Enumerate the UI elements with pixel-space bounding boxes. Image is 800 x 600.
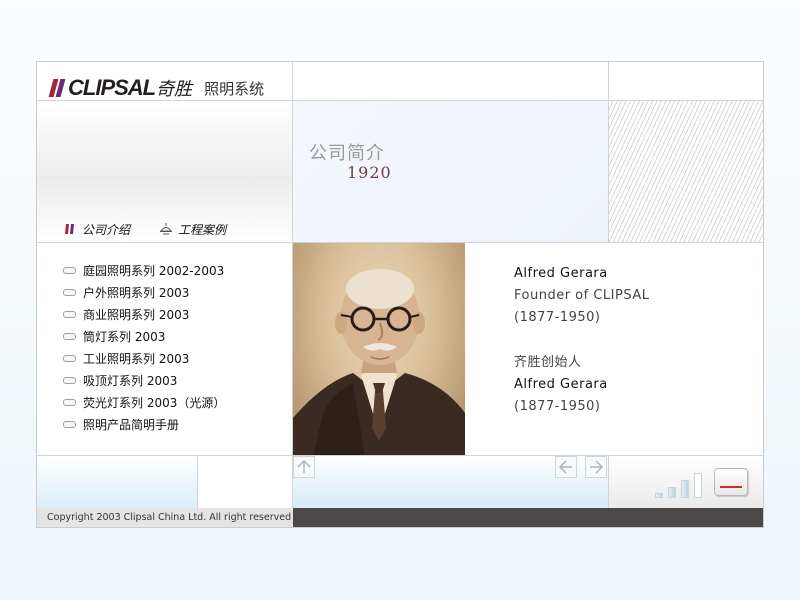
founder-name-cn: Alfred Gerara <box>514 377 608 392</box>
bottom-controls <box>293 456 609 508</box>
founder-years-cn: (1877-1950) <box>514 399 601 414</box>
founder-bio: Alfred Gerara Founder of CLIPSAL (1877-1… <box>514 263 649 418</box>
bullet-icon <box>63 398 76 406</box>
nav-label-cases: 工程案例 <box>178 222 227 237</box>
series-item[interactable]: 照明产品简明手册 <box>63 413 225 435</box>
card-red-line <box>720 486 742 488</box>
series-item[interactable]: 工业照明系列 2003 <box>63 347 225 369</box>
nav-item-cases[interactable]: 工程案例 <box>159 221 226 237</box>
contact-card-button[interactable] <box>714 468 748 496</box>
series-item[interactable]: 庭园照明系列 2002-2003 <box>63 259 225 281</box>
nav-label-about: 公司介绍 <box>82 222 131 237</box>
bottom-tools <box>609 456 763 508</box>
bullet-icon <box>63 420 76 428</box>
next-button[interactable] <box>585 456 607 478</box>
volume-bar <box>655 493 663 498</box>
series-item[interactable]: 户外照明系列 2003 <box>63 281 225 303</box>
founder-name-en: Alfred Gerara <box>514 266 608 281</box>
series-item[interactable]: 筒灯系列 2003 <box>63 325 225 347</box>
brand-name-cn: 奇胜 <box>156 79 193 100</box>
product-series-list: 庭园照明系列 2002-2003 户外照明系列 2003 商业照明系列 2003… <box>63 259 225 435</box>
bio-spacer <box>514 329 649 352</box>
scroll-up-button[interactable] <box>293 456 315 478</box>
page-title: 公司简介 <box>309 143 385 164</box>
volume-bar <box>681 480 689 498</box>
volume-bar <box>668 487 676 498</box>
founder-role-en: Founder of CLIPSAL <box>514 288 650 303</box>
bullet-icon <box>63 332 76 340</box>
series-item[interactable]: 荧光灯系列 2003（光源） <box>63 391 225 413</box>
clipsal-logo-icon <box>63 222 77 236</box>
bottom-blank <box>198 456 293 508</box>
header-blank-right <box>609 62 763 101</box>
volume-bar <box>694 473 702 498</box>
site-subtitle: 照明系统 <box>204 79 265 98</box>
bullet-icon <box>63 288 76 296</box>
series-item[interactable]: 商业照明系列 2003 <box>63 303 225 325</box>
header-blank-middle <box>293 62 609 101</box>
previous-button[interactable] <box>555 456 577 478</box>
bottom-gradient-left <box>37 456 198 508</box>
arrow-up-icon <box>297 460 311 473</box>
footer-dark-bar <box>293 508 763 527</box>
founder-portrait <box>293 243 465 456</box>
clipsal-logo[interactable]: CLIPSAL 奇胜 照明系统 <box>48 75 265 100</box>
bullet-icon <box>63 310 76 318</box>
footer-copyright-bar: Copyright 2003 Clipsal China Ltd. All ri… <box>37 508 293 527</box>
brand-name: CLIPSAL <box>68 75 156 100</box>
founder-portrait-drawing <box>293 269 465 455</box>
page-year: 1920 <box>347 163 392 182</box>
arrow-left-icon <box>559 460 572 474</box>
series-item[interactable]: 吸顶灯系列 2003 <box>63 369 225 391</box>
logo-area: CLIPSAL 奇胜 照明系统 <box>37 62 293 101</box>
founder-years-en: (1877-1950) <box>514 310 601 325</box>
founder-bio-panel: Alfred Gerara Founder of CLIPSAL (1877-1… <box>465 243 763 456</box>
founder-role-cn: 齐胜创始人 <box>514 355 582 370</box>
main-frame: CLIPSAL 奇胜 照明系统 公司介绍 工程案例 公司简介 1920 庭园照明… <box>36 61 764 528</box>
hatched-decoration <box>609 101 763 243</box>
nav-item-about[interactable]: 公司介绍 <box>63 221 130 237</box>
bullet-icon <box>63 354 76 362</box>
section-title-area: 公司简介 1920 <box>293 101 609 243</box>
nav-area: 公司介绍 工程案例 <box>37 101 293 243</box>
product-series-panel: 庭园照明系列 2002-2003 户外照明系列 2003 商业照明系列 2003… <box>37 243 293 456</box>
bullet-icon <box>63 376 76 384</box>
lamp-icon <box>159 222 173 236</box>
bullet-icon <box>63 266 76 274</box>
arrow-right-icon <box>590 460 603 474</box>
copyright-text: Copyright 2003 Clipsal China Ltd. All ri… <box>47 512 292 523</box>
